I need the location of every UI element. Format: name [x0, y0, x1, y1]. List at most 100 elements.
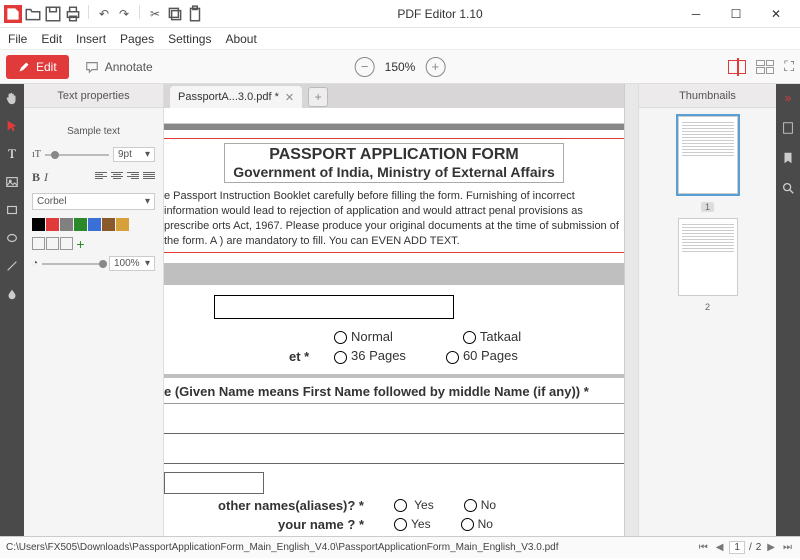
- maximize-button[interactable]: ☐: [716, 0, 756, 28]
- paste-icon[interactable]: [186, 5, 204, 23]
- font-size-icon: ıT: [32, 149, 41, 160]
- next-page-icon[interactable]: ▶: [765, 542, 777, 553]
- color-add-icon[interactable]: +: [74, 237, 87, 250]
- save-icon[interactable]: [44, 5, 62, 23]
- thumb-1-num: 1: [701, 202, 714, 212]
- first-page-icon[interactable]: ⏮: [697, 542, 710, 553]
- color-black[interactable]: [32, 218, 45, 231]
- status-bar: C:\Users\FX505\Downloads\PassportApplica…: [0, 536, 800, 558]
- opacity-icon: ◔: [32, 258, 38, 269]
- menu-file[interactable]: File: [8, 32, 27, 46]
- surname-field[interactable]: [164, 438, 624, 464]
- zoom-out-button[interactable]: −: [355, 57, 375, 77]
- doc-intro-para: e Passport Instruction Booklet carefully…: [164, 183, 624, 252]
- radio-normal[interactable]: [334, 331, 347, 344]
- radio-alias-no[interactable]: [464, 499, 477, 512]
- search-icon[interactable]: [780, 180, 796, 196]
- thumbnail-2[interactable]: [678, 218, 738, 296]
- color-custom-3[interactable]: [60, 237, 73, 250]
- hand-tool-icon[interactable]: [4, 90, 20, 106]
- color-blue[interactable]: [88, 218, 101, 231]
- bookmark-icon[interactable]: [780, 150, 796, 166]
- page-current[interactable]: 1: [729, 541, 745, 554]
- tab-close-icon[interactable]: ✕: [285, 91, 294, 104]
- service-type-row: Normal Tatkaal: [164, 325, 624, 348]
- changed-name-label: your name ? *: [164, 517, 364, 532]
- given-name-field[interactable]: [164, 408, 624, 434]
- font-size-slider[interactable]: [45, 154, 109, 156]
- last-page-icon[interactable]: ⏭: [781, 542, 794, 553]
- color-custom-1[interactable]: [32, 237, 45, 250]
- zoom-control: − 150% +: [355, 57, 446, 77]
- color-palette: [32, 218, 155, 231]
- menu-settings[interactable]: Settings: [168, 32, 211, 46]
- opacity-select[interactable]: 100%▾: [109, 256, 155, 271]
- close-button[interactable]: ✕: [756, 0, 796, 28]
- image-tool-icon[interactable]: [4, 174, 20, 190]
- rect-tool-icon[interactable]: [4, 202, 20, 218]
- zoom-in-button[interactable]: +: [425, 57, 445, 77]
- color-brown[interactable]: [102, 218, 115, 231]
- radio-36pages[interactable]: [334, 351, 347, 364]
- radio-changed-yes[interactable]: [394, 518, 407, 531]
- thumbnails-panel: Thumbnails 1 2: [638, 84, 776, 536]
- title-bar: ↶ ↷ ✂ PDF Editor 1.10 ─ ☐ ✕: [0, 0, 800, 28]
- edit-mode-button[interactable]: Edit: [6, 55, 69, 79]
- open-icon[interactable]: [24, 5, 42, 23]
- thumbnails-icon[interactable]: [780, 120, 796, 136]
- pointer-tool-icon[interactable]: [4, 118, 20, 134]
- minimize-button[interactable]: ─: [676, 0, 716, 28]
- align-right-icon[interactable]: [127, 170, 139, 180]
- radio-alias-yes[interactable]: [394, 499, 407, 512]
- undo-icon[interactable]: ↶: [95, 5, 113, 23]
- menu-pages[interactable]: Pages: [120, 32, 154, 46]
- color-grey[interactable]: [60, 218, 73, 231]
- radio-60pages[interactable]: [446, 351, 459, 364]
- align-center-icon[interactable]: [111, 170, 123, 180]
- radio-tatkaal[interactable]: [463, 331, 476, 344]
- font-family-select[interactable]: Corbel▾: [32, 193, 155, 210]
- small-box[interactable]: [164, 472, 264, 494]
- fill-tool-icon[interactable]: [4, 286, 20, 302]
- zoom-value[interactable]: 150%: [385, 60, 416, 74]
- print-icon[interactable]: [64, 5, 82, 23]
- view-single-icon[interactable]: [728, 60, 746, 74]
- color-custom-2[interactable]: [46, 237, 59, 250]
- aliases-label: other names(aliases)? *: [164, 498, 364, 513]
- collapse-icon[interactable]: »: [780, 90, 796, 106]
- annotate-mode-button[interactable]: Annotate: [75, 55, 163, 79]
- text-properties-header: Text properties: [24, 84, 163, 108]
- color-ochre[interactable]: [116, 218, 129, 231]
- document-tab[interactable]: PassportA...3.0.pdf * ✕: [170, 86, 302, 108]
- prev-page-icon[interactable]: ◀: [714, 542, 726, 553]
- font-size-select[interactable]: 9pt▾: [113, 147, 155, 162]
- redo-icon[interactable]: ↷: [115, 5, 133, 23]
- opacity-slider[interactable]: .opac-row .slider::after{left:90%}: [42, 263, 105, 265]
- page-canvas[interactable]: PASSPORT APPLICATION FORM Government of …: [164, 124, 624, 536]
- text-tool-icon[interactable]: T: [4, 146, 20, 162]
- fullscreen-icon[interactable]: ⛶: [784, 58, 794, 75]
- vertical-scrollbar[interactable]: [624, 84, 638, 536]
- cut-icon[interactable]: ✂: [146, 5, 164, 23]
- given-name-label: e (Given Name means First Name followed …: [164, 378, 624, 401]
- bold-button[interactable]: B: [32, 170, 40, 185]
- color-red[interactable]: [46, 218, 59, 231]
- thumbnail-1[interactable]: [678, 116, 738, 194]
- ruler: [164, 108, 624, 124]
- ellipse-tool-icon[interactable]: [4, 230, 20, 246]
- align-justify-icon[interactable]: [143, 170, 155, 180]
- align-left-icon[interactable]: [95, 170, 107, 180]
- text-input-box[interactable]: [214, 295, 454, 319]
- radio-changed-no[interactable]: [461, 518, 474, 531]
- tab-add-button[interactable]: +: [308, 87, 328, 107]
- italic-button[interactable]: I: [44, 170, 48, 185]
- main-area: T Text properties Sample text ıT 9pt▾ B …: [0, 84, 800, 536]
- line-tool-icon[interactable]: [4, 258, 20, 274]
- menu-edit[interactable]: Edit: [41, 32, 62, 46]
- menu-insert[interactable]: Insert: [76, 32, 106, 46]
- color-green[interactable]: [74, 218, 87, 231]
- view-grid-icon[interactable]: [756, 60, 774, 74]
- copy-icon[interactable]: [166, 5, 184, 23]
- menu-about[interactable]: About: [225, 32, 256, 46]
- right-tool-strip: »: [776, 84, 800, 536]
